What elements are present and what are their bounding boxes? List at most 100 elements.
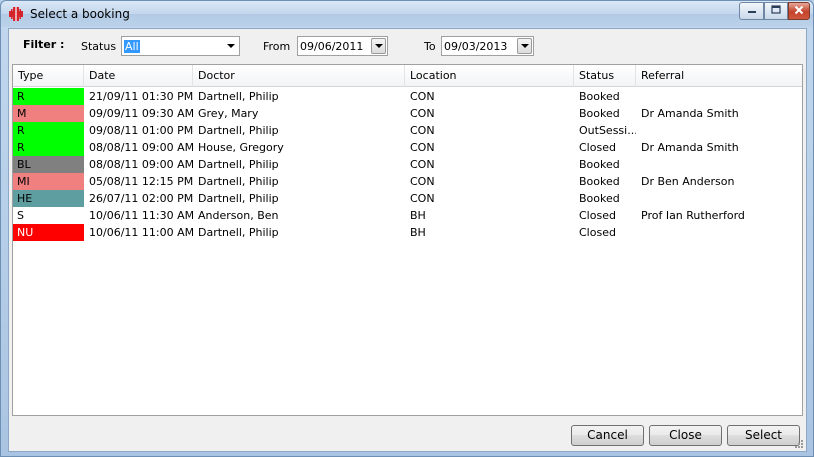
cell-type: M: [13, 105, 84, 122]
column-header-date[interactable]: Date: [84, 65, 193, 87]
cell-status: Booked: [579, 175, 620, 188]
column-header-location[interactable]: Location: [405, 65, 574, 87]
cell-date: 09/09/11 09:30 AM: [89, 107, 193, 120]
from-date-value: 09/06/2011: [300, 40, 364, 53]
table-row[interactable]: R 08/08/11 09:00 AM House, Gregory CON Close…: [13, 139, 802, 156]
booking-dialog-window: Select a booking Filter : Status All Fro…: [0, 0, 814, 457]
red-cross-icon: [8, 6, 24, 22]
cell-location: CON: [410, 175, 435, 188]
cell-location: CON: [410, 124, 435, 137]
dialog-client-area: Filter : Status All From 09/06/2011 To 0…: [8, 28, 807, 452]
chevron-down-icon[interactable]: [223, 38, 238, 54]
resize-grip-icon[interactable]: [794, 439, 804, 449]
minimize-button[interactable]: [739, 2, 764, 20]
button-bar: Cancel Close Select: [9, 417, 806, 451]
cell-location: CON: [410, 158, 435, 171]
cell-date: 21/09/11 01:30 PM: [89, 90, 193, 103]
table-row[interactable]: M 09/09/11 09:30 AM Grey, Mary CON Booked Dr …: [13, 105, 802, 122]
calendar-dropdown-icon[interactable]: [371, 38, 386, 54]
column-header-doctor[interactable]: Doctor: [193, 65, 405, 87]
cell-type: S: [13, 207, 84, 224]
cell-location: CON: [410, 90, 435, 103]
grid-header: Type Date Doctor Location Status Referra…: [13, 65, 802, 87]
table-row[interactable]: BL 08/08/11 09:00 AM Dartnell, Philip CON Bo…: [13, 156, 802, 173]
cell-doctor: Grey, Mary: [198, 107, 259, 120]
from-label: From: [263, 40, 291, 53]
cell-referral: [636, 156, 802, 173]
cell-referral: [636, 224, 802, 241]
close-icon: [794, 5, 804, 18]
cell-doctor: Dartnell, Philip: [198, 90, 279, 103]
calendar-dropdown-icon[interactable]: [517, 38, 532, 54]
cell-doctor: Dartnell, Philip: [198, 192, 279, 205]
cell-doctor: Dartnell, Philip: [198, 226, 279, 239]
cell-status: Booked: [579, 192, 620, 205]
cell-date: 26/07/11 02:00 PM: [89, 192, 193, 205]
cell-date: 08/08/11 09:00 AM: [89, 158, 193, 171]
cell-status: Closed: [579, 209, 616, 222]
cell-type: R: [13, 122, 84, 139]
cell-status: Booked: [579, 107, 620, 120]
cell-type: MI: [13, 173, 84, 190]
bookings-grid[interactable]: Type Date Doctor Location Status Referra…: [12, 64, 803, 416]
table-row[interactable]: S 10/06/11 11:30 AM Anderson, Ben BH Closed P…: [13, 207, 802, 224]
table-row[interactable]: MI 05/08/11 12:15 PM Dartnell, Philip CON Bo…: [13, 173, 802, 190]
status-label: Status: [81, 40, 117, 53]
cell-date: 08/08/11 09:00 AM: [89, 141, 193, 154]
cell-status: Closed: [579, 226, 616, 239]
cell-type: NU: [13, 224, 84, 241]
to-label: To: [424, 40, 436, 53]
cell-doctor: Dartnell, Philip: [198, 158, 279, 171]
cell-location: BH: [410, 226, 426, 239]
close-window-button[interactable]: [788, 2, 810, 20]
cell-date: 10/06/11 11:30 AM: [89, 209, 193, 222]
to-date-value: 09/03/2013: [444, 40, 508, 53]
cell-referral: Dr Ben Anderson: [641, 175, 735, 188]
table-row[interactable]: NU 10/06/11 11:00 AM Dartnell, Philip BH Clo…: [13, 224, 802, 241]
minimize-icon: [747, 5, 757, 18]
cell-referral: Dr Amanda Smith: [641, 141, 739, 154]
cell-type: R: [13, 139, 84, 156]
column-header-referral[interactable]: Referral: [636, 65, 802, 87]
cell-status: Booked: [579, 158, 620, 171]
select-button[interactable]: Select: [727, 425, 800, 446]
cell-status: OutSessi...: [579, 124, 636, 137]
cell-referral: [636, 88, 802, 105]
cell-doctor: Anderson, Ben: [198, 209, 279, 222]
cell-location: CON: [410, 107, 435, 120]
status-dropdown[interactable]: All: [121, 36, 240, 56]
cell-status: Booked: [579, 90, 620, 103]
filter-bar: Filter : Status All From 09/06/2011 To 0…: [9, 29, 806, 63]
cell-location: CON: [410, 192, 435, 205]
cell-type: HE: [13, 190, 84, 207]
cell-location: BH: [410, 209, 426, 222]
cell-doctor: House, Gregory: [198, 141, 284, 154]
cell-date: 10/06/11 11:00 AM: [89, 226, 193, 239]
cell-date: 05/08/11 12:15 PM: [89, 175, 193, 188]
from-date-picker[interactable]: 09/06/2011: [297, 36, 388, 56]
cell-referral: Prof Ian Rutherford: [641, 209, 745, 222]
maximize-icon: [771, 4, 781, 18]
cell-doctor: Dartnell, Philip: [198, 124, 279, 137]
cancel-button[interactable]: Cancel: [571, 425, 644, 446]
column-header-status[interactable]: Status: [574, 65, 636, 87]
window-title: Select a booking: [30, 7, 130, 21]
maximize-button[interactable]: [764, 2, 788, 20]
cell-type: R: [13, 88, 84, 105]
title-bar[interactable]: Select a booking: [1, 1, 813, 27]
filter-heading: Filter :: [23, 38, 65, 51]
cell-location: CON: [410, 141, 435, 154]
table-row[interactable]: HE 26/07/11 02:00 PM Dartnell, Philip CON Bo…: [13, 190, 802, 207]
cell-referral: Dr Amanda Smith: [641, 107, 739, 120]
cell-date: 09/08/11 01:00 PM: [89, 124, 193, 137]
table-row[interactable]: R 21/09/11 01:30 PM Dartnell, Philip CON Boo…: [13, 88, 802, 105]
cell-doctor: Dartnell, Philip: [198, 175, 279, 188]
cell-referral: [636, 190, 802, 207]
cell-status: Closed: [579, 141, 616, 154]
cell-type: BL: [13, 156, 84, 173]
table-row[interactable]: R 09/08/11 01:00 PM Dartnell, Philip CON Out…: [13, 122, 802, 139]
to-date-picker[interactable]: 09/03/2013: [441, 36, 534, 56]
column-header-type[interactable]: Type: [13, 65, 84, 87]
cell-referral: [636, 122, 802, 139]
close-button[interactable]: Close: [649, 425, 722, 446]
